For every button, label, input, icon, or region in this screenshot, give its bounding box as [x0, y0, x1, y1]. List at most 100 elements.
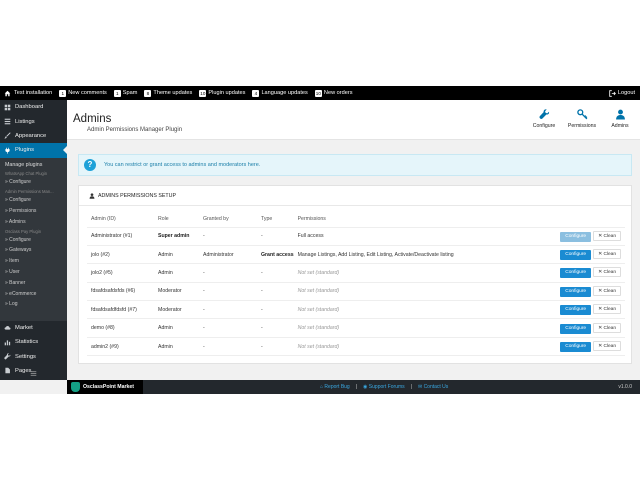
cell-type: -	[257, 282, 294, 302]
user-icon	[89, 192, 95, 199]
configure-header-button[interactable]: Configure	[532, 109, 556, 129]
table-row: admin2 (#9) Admin - - Not set (standard)…	[87, 337, 625, 357]
report-bug-link[interactable]: ⌂ Report Bug	[320, 384, 350, 390]
clean-button[interactable]: ✕ Clean	[593, 230, 621, 241]
table-row: demo (#8) Admin - - Not set (standard) C…	[87, 318, 625, 338]
table-row: jolo2 (#5) Admin - - Not set (standard) …	[87, 263, 625, 283]
cell-type: -	[257, 337, 294, 357]
submenu-pay-user[interactable]: » User	[0, 267, 67, 278]
submenu-pay-ecommerce[interactable]: » eCommerce	[0, 289, 67, 300]
cell-actions: Configure ✕ Clean	[535, 318, 625, 338]
cell-actions: Configure ✕ Clean	[535, 282, 625, 302]
topbar-spam[interactable]: 1 Spam	[113, 89, 137, 97]
col-role: Role	[154, 211, 199, 228]
cell-role: Admin	[154, 245, 199, 265]
clean-button[interactable]: ✕ Clean	[593, 285, 621, 296]
notice-text: You can restrict or grant access to admi…	[104, 162, 261, 168]
submenu-group-osclass-pay: Osclass Pay Plugin	[5, 228, 42, 234]
sidebar-item-listings[interactable]: Listings	[0, 114, 67, 128]
configure-button[interactable]: Configure	[560, 342, 592, 353]
brush-icon	[4, 132, 11, 140]
logout-icon	[609, 89, 616, 97]
cell-granted: -	[199, 282, 257, 302]
support-forums-link[interactable]: ◉ Support Forums	[363, 384, 405, 390]
cell-granted: -	[199, 337, 257, 357]
contact-us-link[interactable]: ✉ Contact Us	[418, 384, 448, 390]
sidebar-collapse-button[interactable]	[0, 366, 67, 380]
cell-actions: Configure ✕ Clean	[535, 227, 625, 246]
cell-permissions: Not set (standard)	[293, 318, 535, 338]
topbar-theme-updates[interactable]: 8 Theme updates	[144, 89, 192, 97]
site-home-link[interactable]: Test installation	[0, 90, 52, 97]
permissions-header-button[interactable]: Permissions	[568, 109, 596, 129]
topbar-new-orders[interactable]: 10 New orders	[314, 89, 353, 97]
cell-permissions: Full access	[293, 227, 535, 246]
cell-role: Moderator	[154, 300, 199, 320]
configure-button[interactable]: Configure	[560, 250, 592, 261]
logout-link[interactable]: Logout	[609, 86, 635, 100]
version-label: v1.0.0	[618, 384, 632, 390]
submenu-admin-admins[interactable]: » Admins	[0, 217, 67, 228]
admins-header-button[interactable]: Admins	[608, 109, 632, 129]
configure-button[interactable]: Configure	[560, 305, 592, 316]
cell-role: Super admin	[154, 227, 199, 246]
key-icon	[576, 109, 587, 120]
cell-role: Moderator	[154, 282, 199, 302]
clean-button[interactable]: ✕ Clean	[593, 304, 621, 315]
sidebar-item-plugins[interactable]: Plugins	[0, 143, 67, 158]
admins-permissions-panel: Admins permissions setup Admin (ID) Role…	[78, 185, 632, 364]
cell-type: -	[257, 263, 294, 283]
submenu-pay-gateways[interactable]: » Gateways	[0, 245, 67, 256]
topbar-language-updates[interactable]: 4 Language updates	[252, 89, 308, 97]
sidebar-item-statistics[interactable]: Statistics	[0, 335, 67, 349]
clean-button[interactable]: ✕ Clean	[593, 249, 621, 260]
submenu-pay-item[interactable]: » Item	[0, 256, 67, 267]
admins-table: Admin (ID) Role Granted by Type Permissi…	[87, 211, 625, 357]
configure-button[interactable]: Configure	[560, 268, 592, 279]
cell-permissions: Not set (standard)	[293, 337, 535, 357]
plugin-icon	[5, 147, 10, 154]
configure-button[interactable]: Configure	[560, 231, 592, 242]
cell-admin: fdsafdsafdfdsfd (#7)	[87, 300, 154, 320]
clean-button[interactable]: ✕ Clean	[593, 322, 621, 333]
sidebar-item-market[interactable]: Market	[0, 321, 67, 335]
submenu-pay-configure[interactable]: » Configure	[0, 235, 67, 246]
cell-role: Admin	[154, 263, 199, 283]
submenu-whatsapp-configure[interactable]: » Configure	[0, 177, 67, 188]
clean-button[interactable]: ✕ Clean	[593, 267, 621, 278]
submenu-admin-configure[interactable]: » Configure	[0, 195, 67, 206]
cell-admin: Administrator (#1)	[87, 227, 154, 246]
submenu-group-whatsapp: WhatsApp Chat Plugin	[5, 171, 48, 177]
submenu-pay-banner[interactable]: » Banner	[0, 278, 67, 289]
cell-role: Admin	[154, 318, 199, 338]
sidebar: Dashboard Listings Appearance Plugins Ma…	[0, 100, 67, 380]
table-row: Administrator (#1) Super admin - - Full …	[87, 227, 625, 246]
cell-permissions: Not set (standard)	[293, 263, 535, 283]
topbar-plugin-updates[interactable]: 10 Plugin updates	[199, 89, 245, 97]
clean-button[interactable]: ✕ Clean	[593, 341, 621, 352]
page-title: Admins	[73, 113, 112, 125]
cell-type: Grant access	[257, 245, 294, 265]
configure-button[interactable]: Configure	[560, 286, 592, 297]
panel-title: Admins permissions setup	[79, 186, 631, 206]
submenu-pay-log[interactable]: » Log	[0, 299, 67, 310]
cell-type: -	[257, 227, 294, 246]
cell-actions: Configure ✕ Clean	[535, 245, 625, 265]
question-icon: ?	[84, 159, 96, 171]
sidebar-item-settings[interactable]: Settings	[0, 349, 67, 363]
wrench-icon	[4, 353, 11, 360]
topbar-new-comments[interactable]: 1 New comments	[59, 89, 107, 97]
cloud-icon	[4, 326, 11, 330]
sidebar-item-dashboard[interactable]: Dashboard	[0, 100, 67, 114]
cell-permissions: Not set (standard)	[293, 300, 535, 320]
sidebar-item-appearance[interactable]: Appearance	[0, 129, 67, 143]
submenu-admin-permissions[interactable]: » Permissions	[0, 206, 67, 217]
user-icon	[615, 109, 625, 120]
footer-brand[interactable]: OsclassPoint Market	[67, 380, 143, 394]
configure-button[interactable]: Configure	[560, 323, 592, 334]
page-header: Admins Admin Permissions Manager Plugin …	[67, 100, 640, 140]
submenu-group-admin-permissions: Admin Permissions Man...	[5, 189, 54, 195]
cell-admin: fdsafdsafdsfds (#6)	[87, 282, 154, 302]
submenu-manage-plugins[interactable]: Manage plugins	[0, 160, 67, 171]
cell-granted: -	[199, 263, 257, 283]
